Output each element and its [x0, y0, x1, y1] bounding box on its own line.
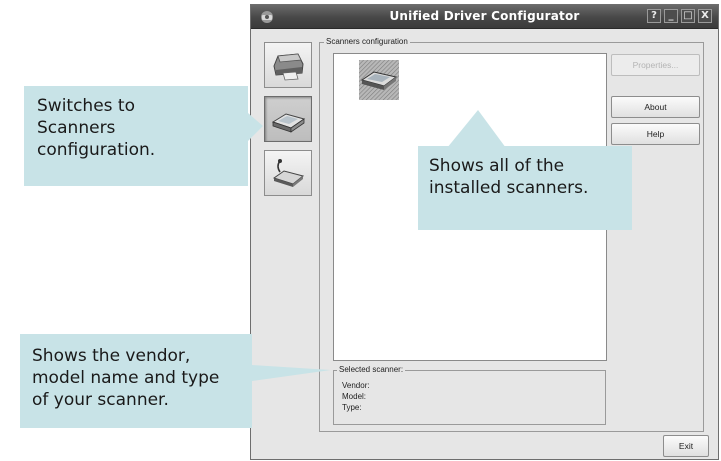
callout-switch-text: Switches to Scanners configuration. [37, 96, 156, 160]
callout-installed-text: Shows all of the installed scanners. [429, 156, 589, 198]
callout-vendor-text: Shows the vendor, model name and type of… [32, 346, 220, 410]
